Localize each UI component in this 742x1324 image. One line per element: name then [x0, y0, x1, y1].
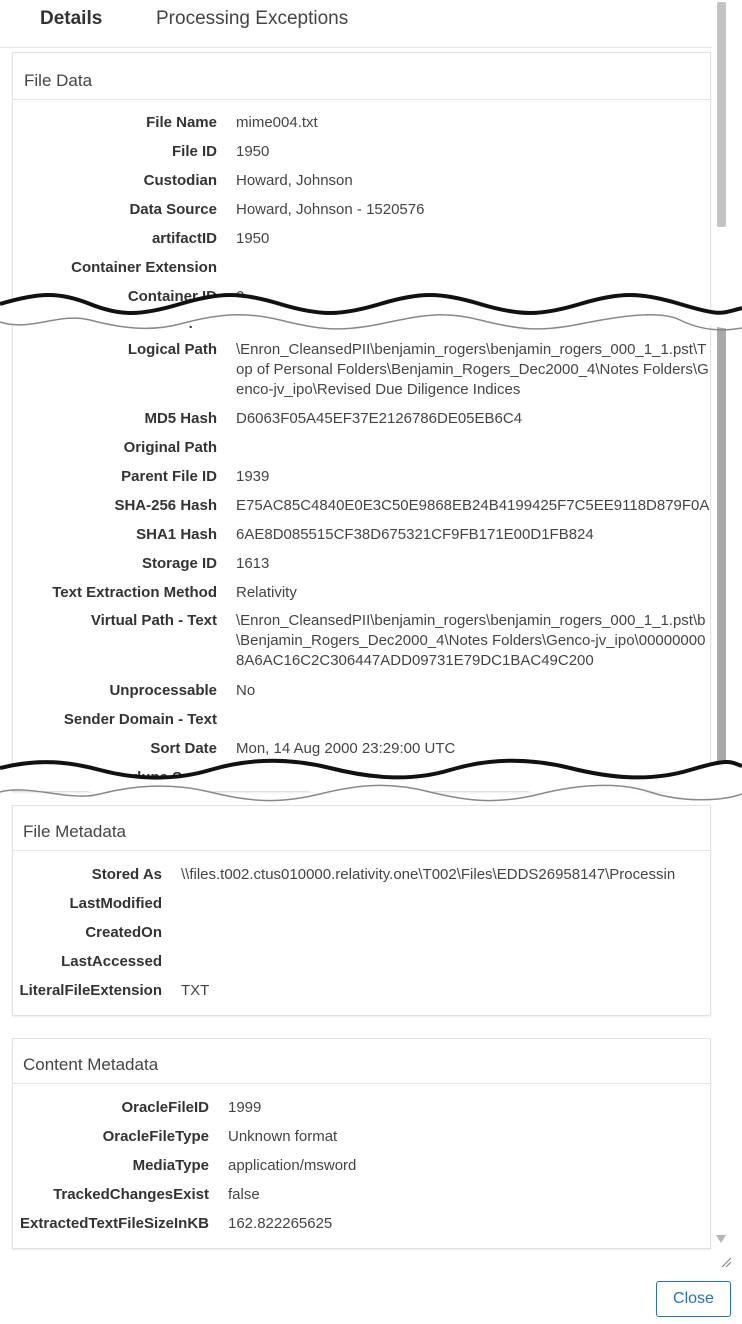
field-label: OracleFileID [121, 1099, 209, 1116]
field-value: 1939 [236, 468, 270, 485]
resize-grip-icon[interactable] [720, 1256, 732, 1268]
field-value: \Enron_CleansedPII\benjamin_rogers\benja… [236, 341, 709, 398]
tab-bar: Details Processing Exceptions [0, 0, 712, 48]
field-value: false [228, 1186, 260, 1203]
field-value: 162.822265625 [228, 1215, 333, 1232]
field-label: Custodian [143, 172, 217, 189]
field-label: OracleFileType [102, 1128, 209, 1145]
field-label: File Name [146, 114, 217, 131]
close-button[interactable]: Close [656, 1281, 731, 1317]
field-value: mime004.txt [236, 114, 318, 131]
scroll-down-icon[interactable] [715, 1234, 727, 1244]
panel-divider [13, 99, 710, 100]
field-label: Unprocessable [109, 682, 217, 699]
file-metadata-panel: File Metadata Stored As \\files.t002.ctu… [12, 805, 711, 1016]
field-label: LiteralFileExtension [19, 982, 162, 999]
scrollbar-track[interactable] [714, 0, 728, 1250]
field-label: LastAccessed [61, 953, 162, 970]
field-value: Howard, Johnson [236, 172, 353, 189]
field-label: SHA-256 Hash [114, 497, 217, 514]
file-metadata-title: File Metadata [23, 822, 126, 841]
field-label: Sender Domain - Text [63, 711, 217, 728]
file-data-panel: File Data File Name mime004.txt File ID … [12, 52, 711, 792]
tab-processing-exceptions[interactable]: Processing Exceptions [156, 8, 348, 30]
field-label: Container Extension [71, 259, 217, 276]
field-value: No [236, 682, 256, 699]
field-label: Data Source [129, 201, 217, 218]
field-label: Original Path [123, 439, 217, 456]
field-label: Text Extraction Method [52, 584, 217, 601]
field-label: TrackedChangesExist [53, 1186, 209, 1203]
field-label: ExtractedTextFileSizeInKB [20, 1215, 209, 1232]
field-label: artifactID [151, 230, 217, 247]
field-label: MD5 Hash [144, 410, 217, 427]
field-label: MediaType [132, 1157, 209, 1174]
field-label: Parent File ID [121, 468, 217, 485]
scrollbar-thumb-lower[interactable] [717, 320, 726, 780]
panel-divider [13, 1083, 710, 1084]
field-value: 1950 [236, 143, 270, 160]
field-value: E75AC85C4840E0E3C50E9868EB24B4199425F7C5… [236, 497, 710, 514]
field-label: Stored As [91, 866, 162, 883]
field-value: Relativity [236, 584, 297, 601]
field-value: 1950 [236, 230, 270, 247]
field-value: \Enron_CleansedPII\benjamin_rogers\benja… [236, 612, 706, 669]
field-label: SHA1 Hash [136, 526, 217, 543]
field-label: CreatedOn [85, 924, 162, 941]
file-data-title: File Data [24, 71, 93, 90]
field-value: \\files.t002.ctus010000.relativity.one\T… [181, 866, 676, 883]
field-value: D6063F05A45EF37E2126786DE05EB6C4 [236, 410, 523, 427]
content-metadata-panel: Content Metadata OracleFileID 1999 Oracl… [12, 1038, 711, 1249]
field-value: 1613 [236, 555, 270, 572]
field-value: TXT [181, 982, 210, 999]
torn-edge-top [0, 293, 742, 331]
scrollbar-thumb[interactable] [717, 2, 726, 227]
field-value: application/msword [228, 1157, 357, 1174]
field-label: LastModified [69, 895, 163, 912]
tab-details[interactable]: Details [40, 8, 102, 30]
field-label: File ID [171, 143, 217, 160]
field-value: 6AE8D085515CF38D675321CF9FB171E00D1FB824 [236, 526, 594, 543]
field-label: Virtual Path - Text [90, 612, 217, 629]
field-value: 1999 [228, 1099, 262, 1116]
field-label: Storage ID [141, 555, 217, 572]
content-metadata-title: Content Metadata [23, 1055, 159, 1074]
panel-divider [13, 850, 710, 851]
field-value: Unknown format [228, 1128, 338, 1145]
field-value: Howard, Johnson - 1520576 [236, 201, 425, 218]
